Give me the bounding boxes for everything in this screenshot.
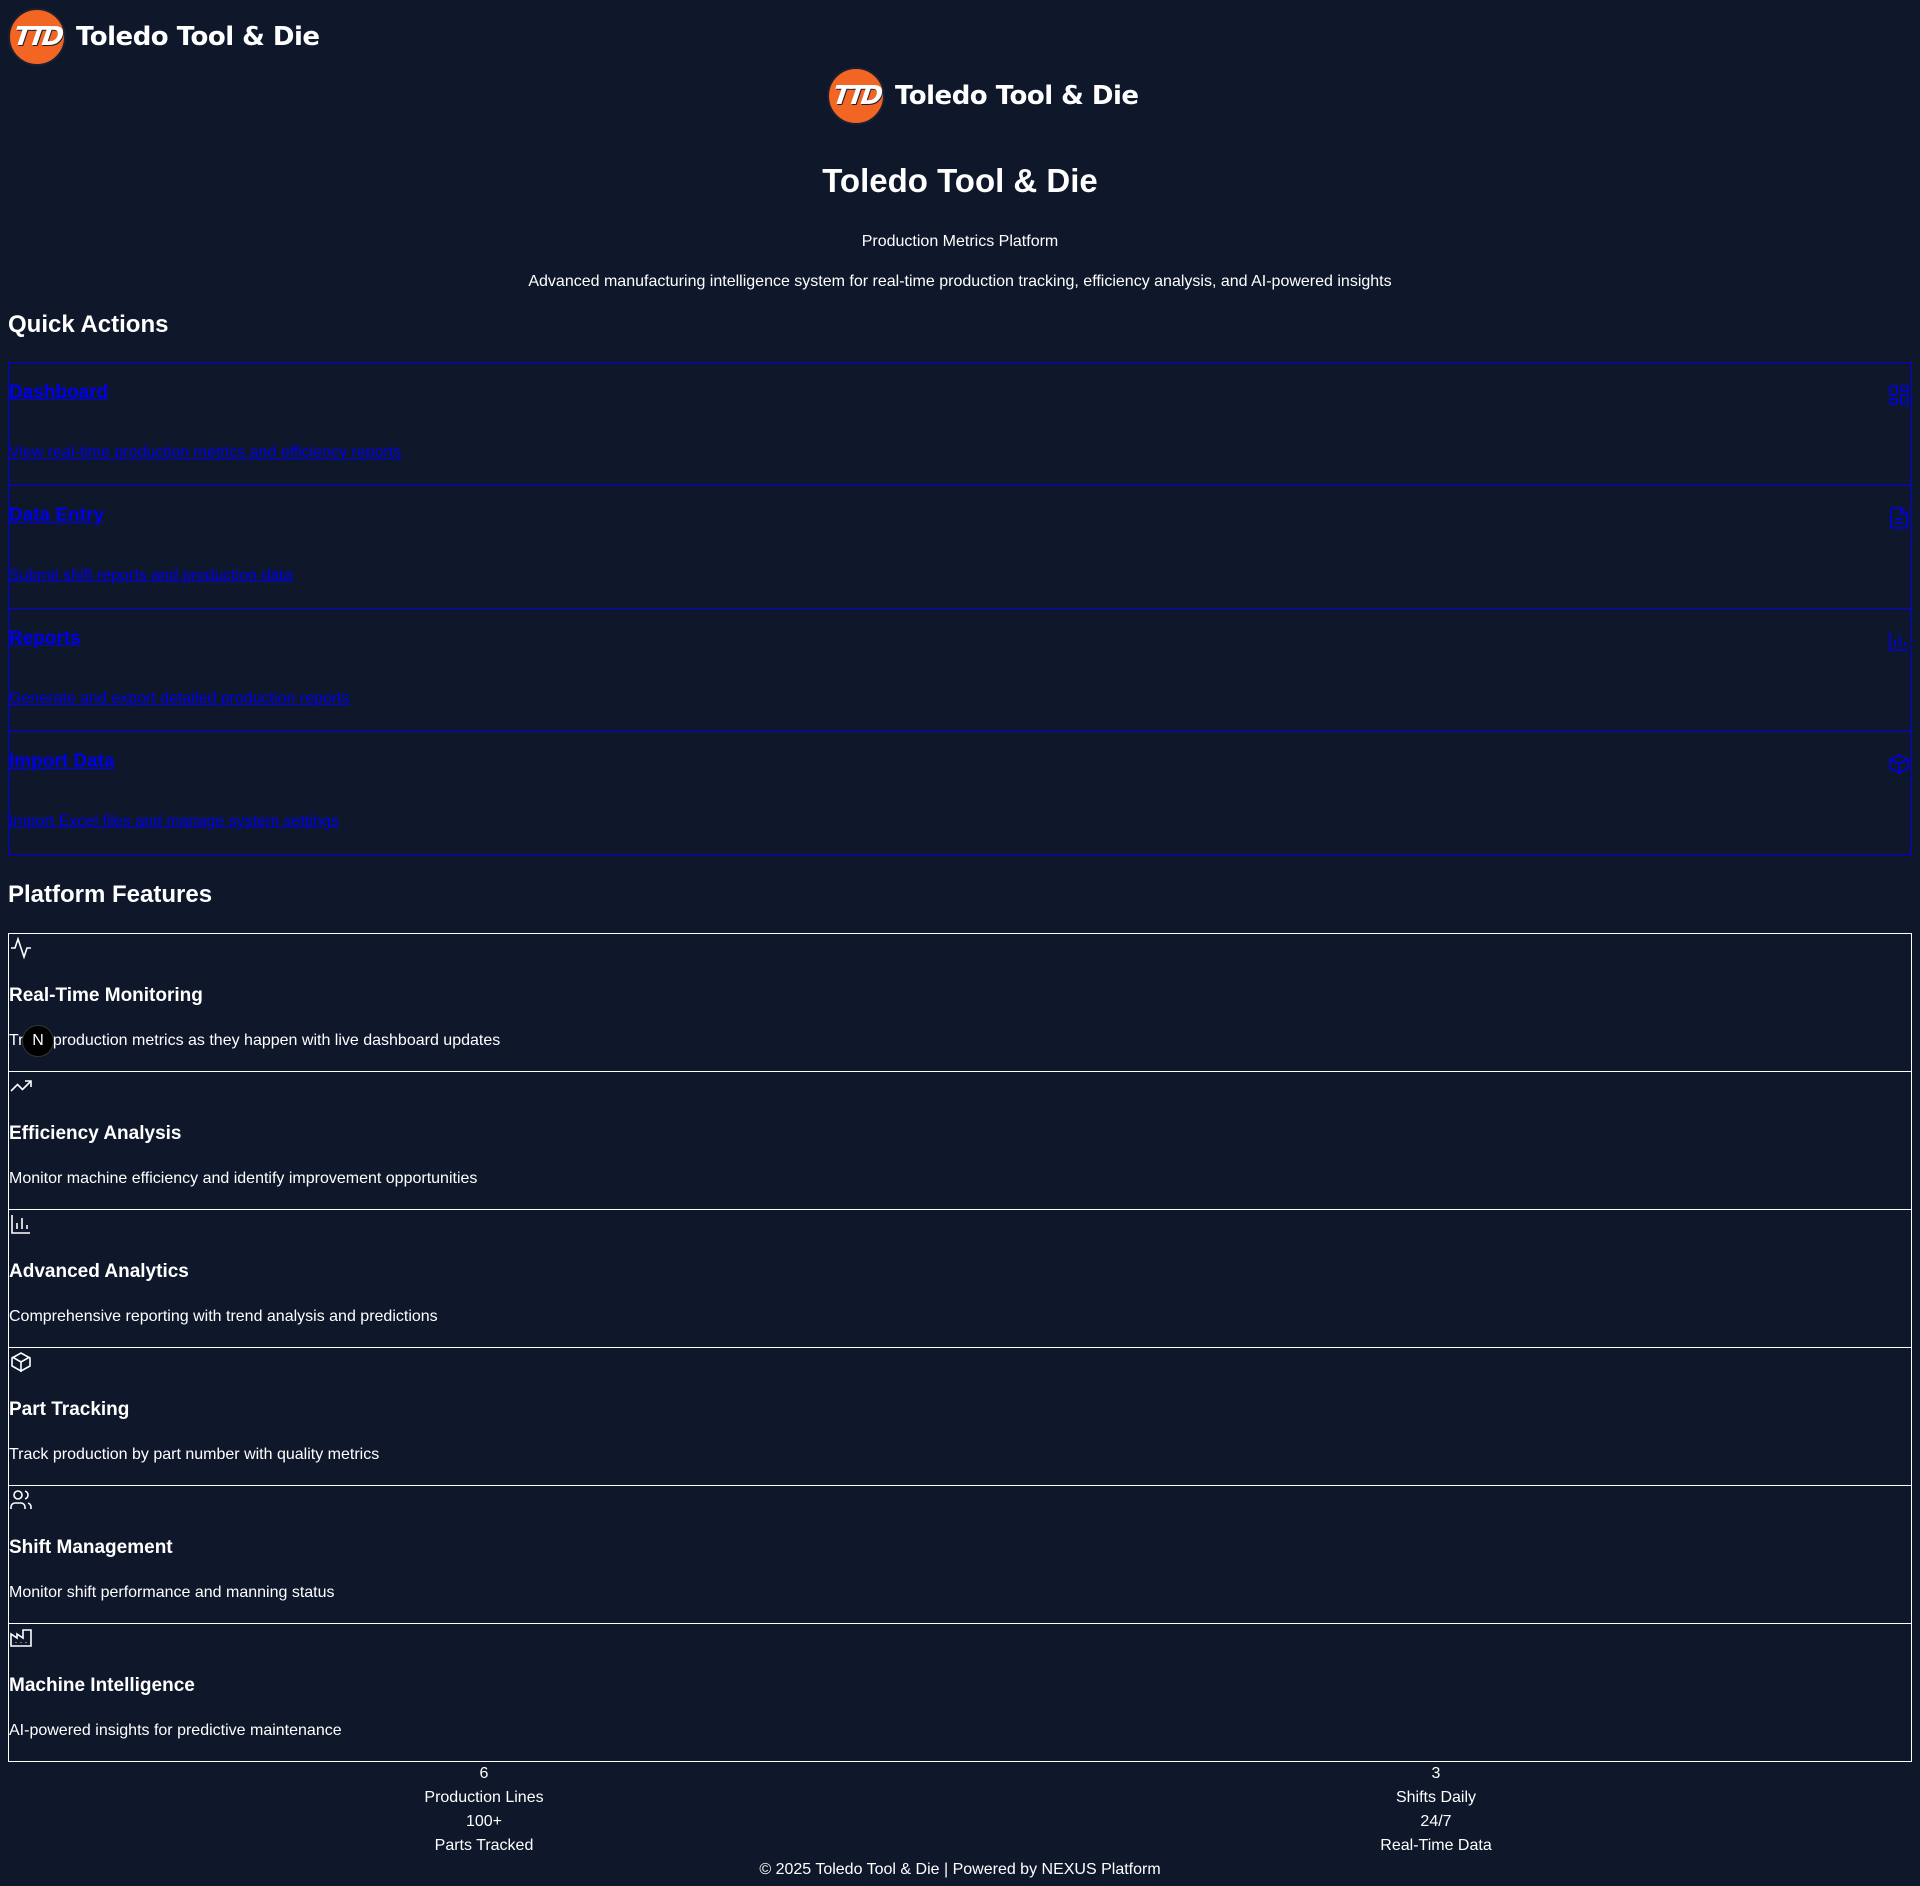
feature-description: Track production metrics as they happen … [9,1032,501,1049]
feature-card: Real-Time Monitoring Track production me… [8,933,1912,1072]
quick-action-description: View real-time production metrics and ef… [9,444,402,461]
quick-action-title: Reports [9,628,81,649]
stat-label: Real-Time Data [1380,1837,1492,1854]
feature-card: Part Tracking Track production by part n… [8,1347,1912,1486]
quick-action-title: Dashboard [9,382,109,403]
stats-column-right: 3 Shifts Daily 24/7 Real-Time Data [1236,1762,1636,1858]
logo-badge: TTD [8,8,66,66]
factory-icon [10,1629,32,1647]
platform-features-heading: Platform Features [8,881,213,908]
features-list: Real-Time Monitoring Track production me… [8,933,1912,1762]
feature-title: Efficiency Analysis [9,1123,182,1144]
hero-logo: TTD Toledo Tool & Die [827,67,1139,125]
feature-title: Real-Time Monitoring [9,985,203,1006]
document-icon [1890,507,1908,529]
feature-title: Machine Intelligence [9,1675,195,1696]
feature-card: Advanced Analytics Comprehensive reporti… [8,1209,1912,1348]
quick-actions-heading: Quick Actions [8,311,169,338]
trending-up-icon [10,1080,32,1092]
feature-card: Machine Intelligence AI-powered insights… [8,1623,1912,1762]
logo-wordmark: Toledo Tool & Die [76,22,320,52]
quick-action-description: Import Excel files and manage system set… [9,813,339,830]
quick-action-description: Submit shift reports and production data [9,567,293,584]
package-icon [1889,754,1909,774]
feature-description: Monitor machine efficiency and identify … [9,1170,478,1187]
package-icon [11,1352,31,1372]
stat-value: 24/7 [1420,1813,1452,1830]
feature-description: Comprehensive reporting with trend analy… [9,1308,438,1325]
stat-label: Parts Tracked [434,1837,534,1854]
page-subtitle: Production Metrics Platform [861,233,1059,250]
feature-description: Track production by part number with qua… [9,1446,380,1463]
header-logo[interactable]: TTD Toledo Tool & Die [8,8,320,66]
dashboard-grid-icon [1889,385,1909,405]
logo-badge-letters: TTD [831,81,881,111]
quick-action-description: Generate and export detailed production … [9,690,350,707]
feature-card: Efficiency Analysis Monitor machine effi… [8,1071,1912,1210]
quick-action-import-data[interactable]: Import Data Import Excel files and manag… [8,731,1912,855]
activity-icon [11,936,31,960]
quick-actions-list: Dashboard View real-time production metr… [8,362,1912,855]
quick-action-title: Import Data [9,751,115,772]
dev-tools-badge[interactable]: N [22,1025,54,1057]
quick-action-title: Data Entry [9,505,105,526]
stat-label: Shifts Daily [1395,1789,1477,1806]
stat-value: 3 [1431,1765,1441,1782]
bar-chart-icon [11,1215,30,1234]
stat-label: Production Lines [424,1789,544,1806]
page-description: Advanced manufacturing intelligence syst… [528,273,1392,290]
feature-card: Shift Management Monitor shift performan… [8,1485,1912,1624]
quick-action-dashboard[interactable]: Dashboard View real-time production metr… [8,362,1912,486]
feature-title: Part Tracking [9,1399,130,1420]
page-title: Toledo Tool & Die [822,162,1098,199]
stats-column-left: 6 Production Lines 100+ Parts Tracked [284,1762,684,1858]
logo-badge-letters: TTD [12,22,62,52]
quick-action-reports[interactable]: Reports Generate and export detailed pro… [8,608,1912,732]
footer-text: © 2025 Toledo Tool & Die | Powered by NE… [759,1861,1161,1878]
logo-badge: TTD [827,67,885,125]
feature-title: Shift Management [9,1537,173,1558]
quick-action-data-entry[interactable]: Data Entry Submit shift reports and prod… [8,485,1912,609]
stat-value: 6 [479,1765,489,1782]
feature-description: AI-powered insights for predictive maint… [9,1722,342,1739]
users-icon [10,1490,32,1509]
feature-description: Monitor shift performance and manning st… [9,1584,335,1601]
stat-value: 100+ [465,1813,503,1830]
feature-title: Advanced Analytics [9,1261,189,1282]
bar-chart-icon [1889,632,1908,651]
logo-wordmark: Toledo Tool & Die [895,81,1139,111]
